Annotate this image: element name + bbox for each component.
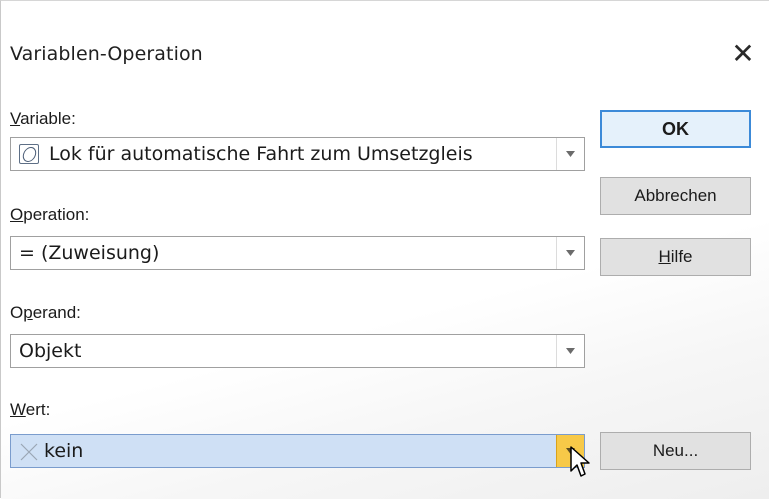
ok-button[interactable]: OK — [600, 110, 751, 148]
operation-value: = (Zuweisung) — [19, 242, 160, 264]
operand-label-first: O — [10, 303, 24, 322]
operand-dropdown-button[interactable] — [556, 335, 584, 367]
window-top-edge — [1, 1, 769, 13]
operand-label-text: erand: — [32, 303, 81, 322]
operation-label: Operation: — [10, 205, 89, 225]
object-icon — [19, 144, 39, 164]
wert-value: kein — [44, 440, 84, 462]
new-button[interactable]: Neu... — [600, 432, 751, 470]
operand-combobox[interactable]: Objekt — [10, 334, 585, 368]
dialog-window: Variablen-Operation ✕ Variable: Lok für … — [0, 0, 769, 499]
cancel-button[interactable]: Abbrechen — [600, 177, 751, 215]
help-button[interactable]: Hilfe — [600, 238, 751, 276]
variable-label: Variable: — [10, 109, 76, 129]
wert-label-text: ert: — [25, 400, 51, 419]
operand-value: Objekt — [19, 340, 82, 362]
operation-dropdown-button[interactable] — [556, 237, 584, 269]
help-button-text: ilfe — [670, 247, 693, 266]
operation-label-accel: O — [10, 205, 24, 224]
variable-label-text: ariable: — [20, 109, 76, 128]
dialog-client-area: Variable: Lok für automatische Fahrt zum… — [1, 81, 769, 499]
variable-value: Lok für automatische Fahrt zum Umsetzgle… — [49, 143, 473, 165]
chevron-down-icon — [566, 151, 575, 157]
variable-dropdown-button[interactable] — [556, 138, 584, 170]
help-button-accel: H — [658, 247, 671, 266]
operation-label-text: peration: — [23, 205, 90, 224]
chevron-down-icon — [566, 250, 575, 256]
none-x-icon — [20, 443, 38, 461]
variable-label-accel: V — [10, 109, 21, 128]
wert-combobox[interactable]: kein — [10, 434, 585, 468]
wert-label-accel: W — [10, 400, 26, 419]
title-bar: Variablen-Operation ✕ — [1, 13, 769, 81]
mouse-pointer-icon — [570, 446, 590, 477]
operation-combobox[interactable]: = (Zuweisung) — [10, 236, 585, 270]
chevron-down-icon — [566, 348, 575, 354]
operand-label-accel: p — [23, 303, 33, 322]
window-title: Variablen-Operation — [10, 43, 203, 65]
operand-label: Operand: — [10, 303, 81, 323]
wert-label: Wert: — [10, 400, 50, 420]
variable-combobox[interactable]: Lok für automatische Fahrt zum Umsetzgle… — [10, 137, 585, 171]
close-button[interactable]: ✕ — [727, 39, 759, 71]
